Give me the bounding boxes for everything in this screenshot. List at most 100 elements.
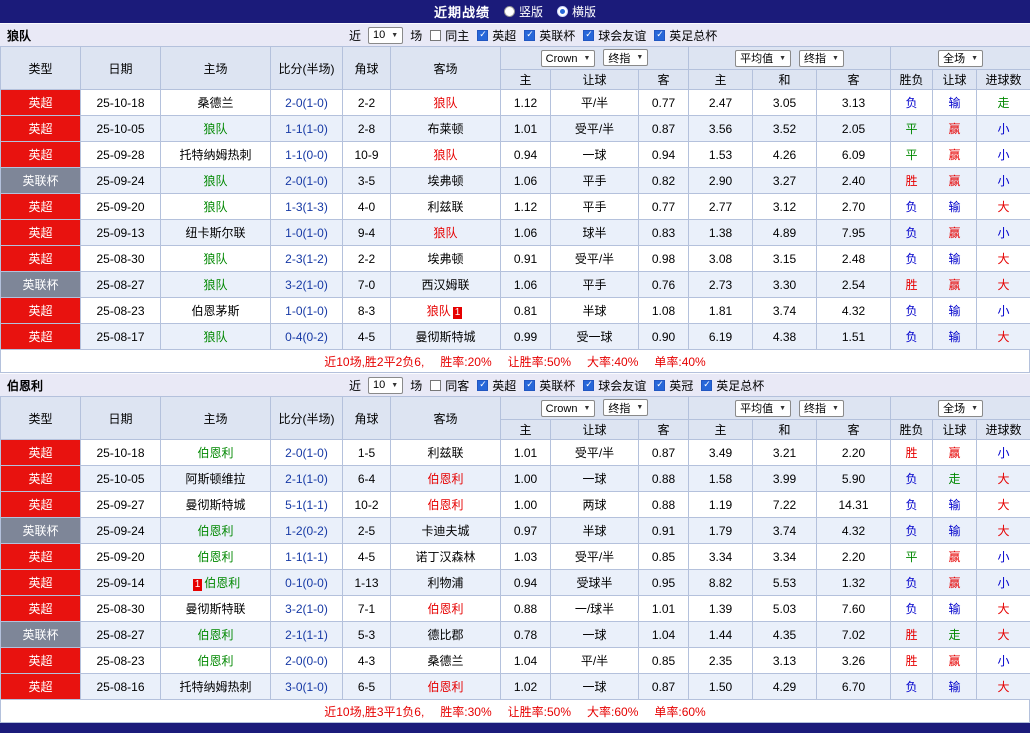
away-team[interactable]: 狼队 <box>427 304 451 318</box>
layout-radio-0[interactable]: 竖版 <box>504 3 543 20</box>
away-team[interactable]: 狼队 <box>433 96 457 110</box>
away-team[interactable]: 德比郡 <box>427 628 463 642</box>
asian-away-odds: 0.88 <box>639 466 689 492</box>
competition-checkbox-0[interactable] <box>477 380 488 391</box>
home-team[interactable]: 纽卡斯尔联 <box>185 226 245 240</box>
average-select[interactable]: 平均值▼ <box>735 50 791 67</box>
home-team[interactable]: 托特纳姆热刺 <box>179 680 251 694</box>
competition-checkbox-4[interactable] <box>701 380 712 391</box>
match-score[interactable]: 1-0(1-0) <box>271 298 343 324</box>
away-team[interactable]: 卡迪夫城 <box>421 524 469 538</box>
match-score[interactable]: 2-3(1-2) <box>271 246 343 272</box>
match-score[interactable]: 1-1(1-1) <box>271 544 343 570</box>
layout-radio-group: 竖版横版 <box>504 3 596 20</box>
match-score[interactable]: 0-1(0-0) <box>271 570 343 596</box>
home-team[interactable]: 伯恩利 <box>197 628 233 642</box>
match-score[interactable]: 2-0(0-0) <box>271 648 343 674</box>
home-team[interactable]: 伯恩利 <box>197 654 233 668</box>
home-team[interactable]: 曼彻斯特城 <box>185 498 245 512</box>
competition-checkbox-3[interactable] <box>654 30 665 41</box>
away-team[interactable]: 桑德兰 <box>427 654 463 668</box>
home-team[interactable]: 阿斯顿维拉 <box>185 472 245 486</box>
match-score[interactable]: 0-4(0-2) <box>271 324 343 350</box>
europe-draw-odds: 5.03 <box>753 596 817 622</box>
away-team[interactable]: 伯恩利 <box>427 472 463 486</box>
home-team[interactable]: 狼队 <box>203 278 227 292</box>
asian-index-select[interactable]: 终指▼ <box>603 49 648 66</box>
match-score[interactable]: 2-1(1-1) <box>271 622 343 648</box>
home-team[interactable]: 狼队 <box>203 330 227 344</box>
match-score[interactable]: 2-0(1-0) <box>271 440 343 466</box>
competition-checkbox-1[interactable] <box>524 380 535 391</box>
home-team[interactable]: 狼队 <box>203 122 227 136</box>
home-team[interactable]: 伯恩利 <box>197 550 233 564</box>
venue-filter-checkbox[interactable] <box>430 380 441 391</box>
away-team[interactable]: 曼彻斯特城 <box>415 330 475 344</box>
away-team[interactable]: 利兹联 <box>427 200 463 214</box>
handicap-result: 输 <box>933 246 977 272</box>
competition-checkbox-3[interactable] <box>654 380 665 391</box>
match-score[interactable]: 3-0(1-0) <box>271 674 343 700</box>
layout-radio-1[interactable]: 横版 <box>557 3 596 20</box>
home-team[interactable]: 桑德兰 <box>197 96 233 110</box>
handicap-result: 输 <box>933 674 977 700</box>
away-team[interactable]: 伯恩利 <box>427 680 463 694</box>
match-score[interactable]: 1-1(0-0) <box>271 142 343 168</box>
home-team[interactable]: 伯恩利 <box>204 576 240 590</box>
match-date: 25-09-27 <box>81 492 161 518</box>
match-score[interactable]: 3-2(1-0) <box>271 272 343 298</box>
competition-checkbox-0[interactable] <box>477 30 488 41</box>
outcome-result: 负 <box>891 466 933 492</box>
match-score[interactable]: 1-1(1-0) <box>271 116 343 142</box>
away-team[interactable]: 狼队 <box>433 226 457 240</box>
away-team[interactable]: 狼队 <box>433 148 457 162</box>
away-team[interactable]: 利兹联 <box>427 446 463 460</box>
match-score[interactable]: 2-0(1-0) <box>271 168 343 194</box>
bookmaker-select[interactable]: Crown▼ <box>541 50 596 67</box>
venue-filter-checkbox[interactable] <box>430 30 441 41</box>
home-team[interactable]: 伯恩利 <box>197 524 233 538</box>
asian-index-select[interactable]: 终指▼ <box>603 399 648 416</box>
match-score[interactable]: 5-1(1-1) <box>271 492 343 518</box>
competition-checkbox-1[interactable] <box>524 30 535 41</box>
away-team[interactable]: 埃弗顿 <box>427 252 463 266</box>
match-score[interactable]: 2-0(1-0) <box>271 90 343 116</box>
match-scope-select[interactable]: 全场▼ <box>938 400 983 417</box>
competition-checkbox-2[interactable] <box>583 380 594 391</box>
away-team-cell: 伯恩利 <box>391 674 501 700</box>
home-team[interactable]: 曼彻斯特联 <box>185 602 245 616</box>
away-team[interactable]: 伯恩利 <box>427 498 463 512</box>
asian-away-odds: 0.85 <box>639 648 689 674</box>
europe-index-select[interactable]: 终指▼ <box>799 50 844 67</box>
asian-away-odds: 0.98 <box>639 246 689 272</box>
recent-count-select[interactable]: 10▼ <box>368 377 403 394</box>
column-header: 让球 <box>933 420 977 440</box>
home-team[interactable]: 狼队 <box>203 174 227 188</box>
away-team[interactable]: 利物浦 <box>427 576 463 590</box>
recent-count-select[interactable]: 10▼ <box>368 27 403 44</box>
match-score[interactable]: 3-2(1-0) <box>271 596 343 622</box>
average-select-value: 平均值 <box>740 50 773 66</box>
bookmaker-select[interactable]: Crown▼ <box>541 400 596 417</box>
home-team[interactable]: 伯恩茅斯 <box>191 304 239 318</box>
competition-cell: 英超 <box>1 246 81 272</box>
match-score[interactable]: 1-0(1-0) <box>271 220 343 246</box>
match-score[interactable]: 1-3(1-3) <box>271 194 343 220</box>
average-select[interactable]: 平均值▼ <box>735 400 791 417</box>
europe-index-select[interactable]: 终指▼ <box>799 400 844 417</box>
match-score[interactable]: 1-2(0-2) <box>271 518 343 544</box>
home-team[interactable]: 伯恩利 <box>197 446 233 460</box>
away-team[interactable]: 诺丁汉森林 <box>415 550 475 564</box>
home-team[interactable]: 托特纳姆热刺 <box>179 148 251 162</box>
match-scope-select[interactable]: 全场▼ <box>938 50 983 67</box>
match-score[interactable]: 2-1(1-0) <box>271 466 343 492</box>
away-team[interactable]: 布莱顿 <box>427 122 463 136</box>
competition-checkbox-2[interactable] <box>583 30 594 41</box>
home-team[interactable]: 狼队 <box>203 200 227 214</box>
away-team[interactable]: 西汉姆联 <box>421 278 469 292</box>
away-team[interactable]: 埃弗顿 <box>427 174 463 188</box>
home-team[interactable]: 狼队 <box>203 252 227 266</box>
handicap-result: 赢 <box>933 648 977 674</box>
europe-away-odds: 6.70 <box>817 674 891 700</box>
away-team[interactable]: 伯恩利 <box>427 602 463 616</box>
